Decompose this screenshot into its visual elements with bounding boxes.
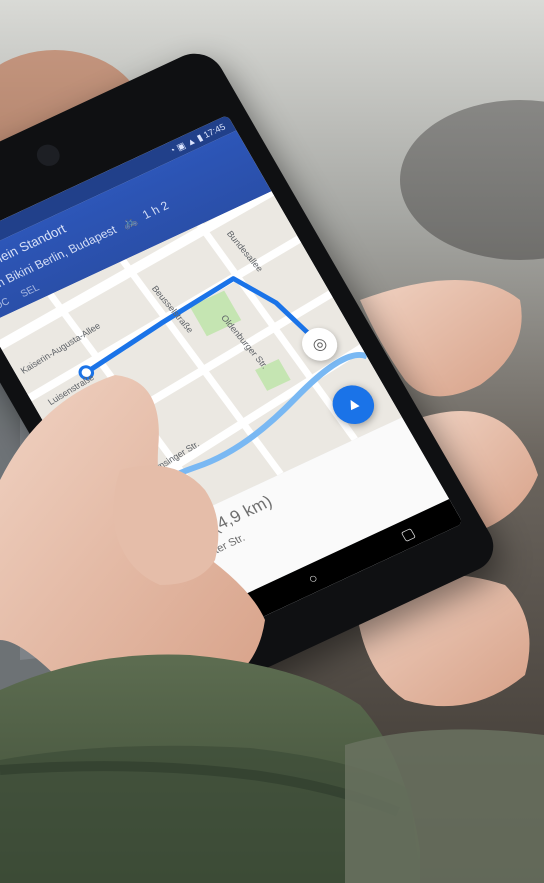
- tab-sel[interactable]: SEL: [19, 282, 42, 300]
- my-location-icon: ◎: [309, 334, 331, 356]
- back-nav-icon[interactable]: ◁: [210, 612, 228, 631]
- tab-loc[interactable]: LOC: [0, 296, 12, 314]
- navigation-arrow-icon: ▲: [341, 393, 365, 416]
- recents-nav-icon[interactable]: ▢: [397, 524, 418, 544]
- mode-time: 1 h 2: [139, 198, 172, 222]
- front-camera: [32, 141, 64, 170]
- photo: ⚙ ✣ ◔ ▣ ▲ ▮ 17:45 ← Mein Standort nach B…: [0, 0, 544, 883]
- transport-mode-icon[interactable]: 🚲: [119, 213, 140, 231]
- home-nav-icon[interactable]: ○: [305, 569, 321, 586]
